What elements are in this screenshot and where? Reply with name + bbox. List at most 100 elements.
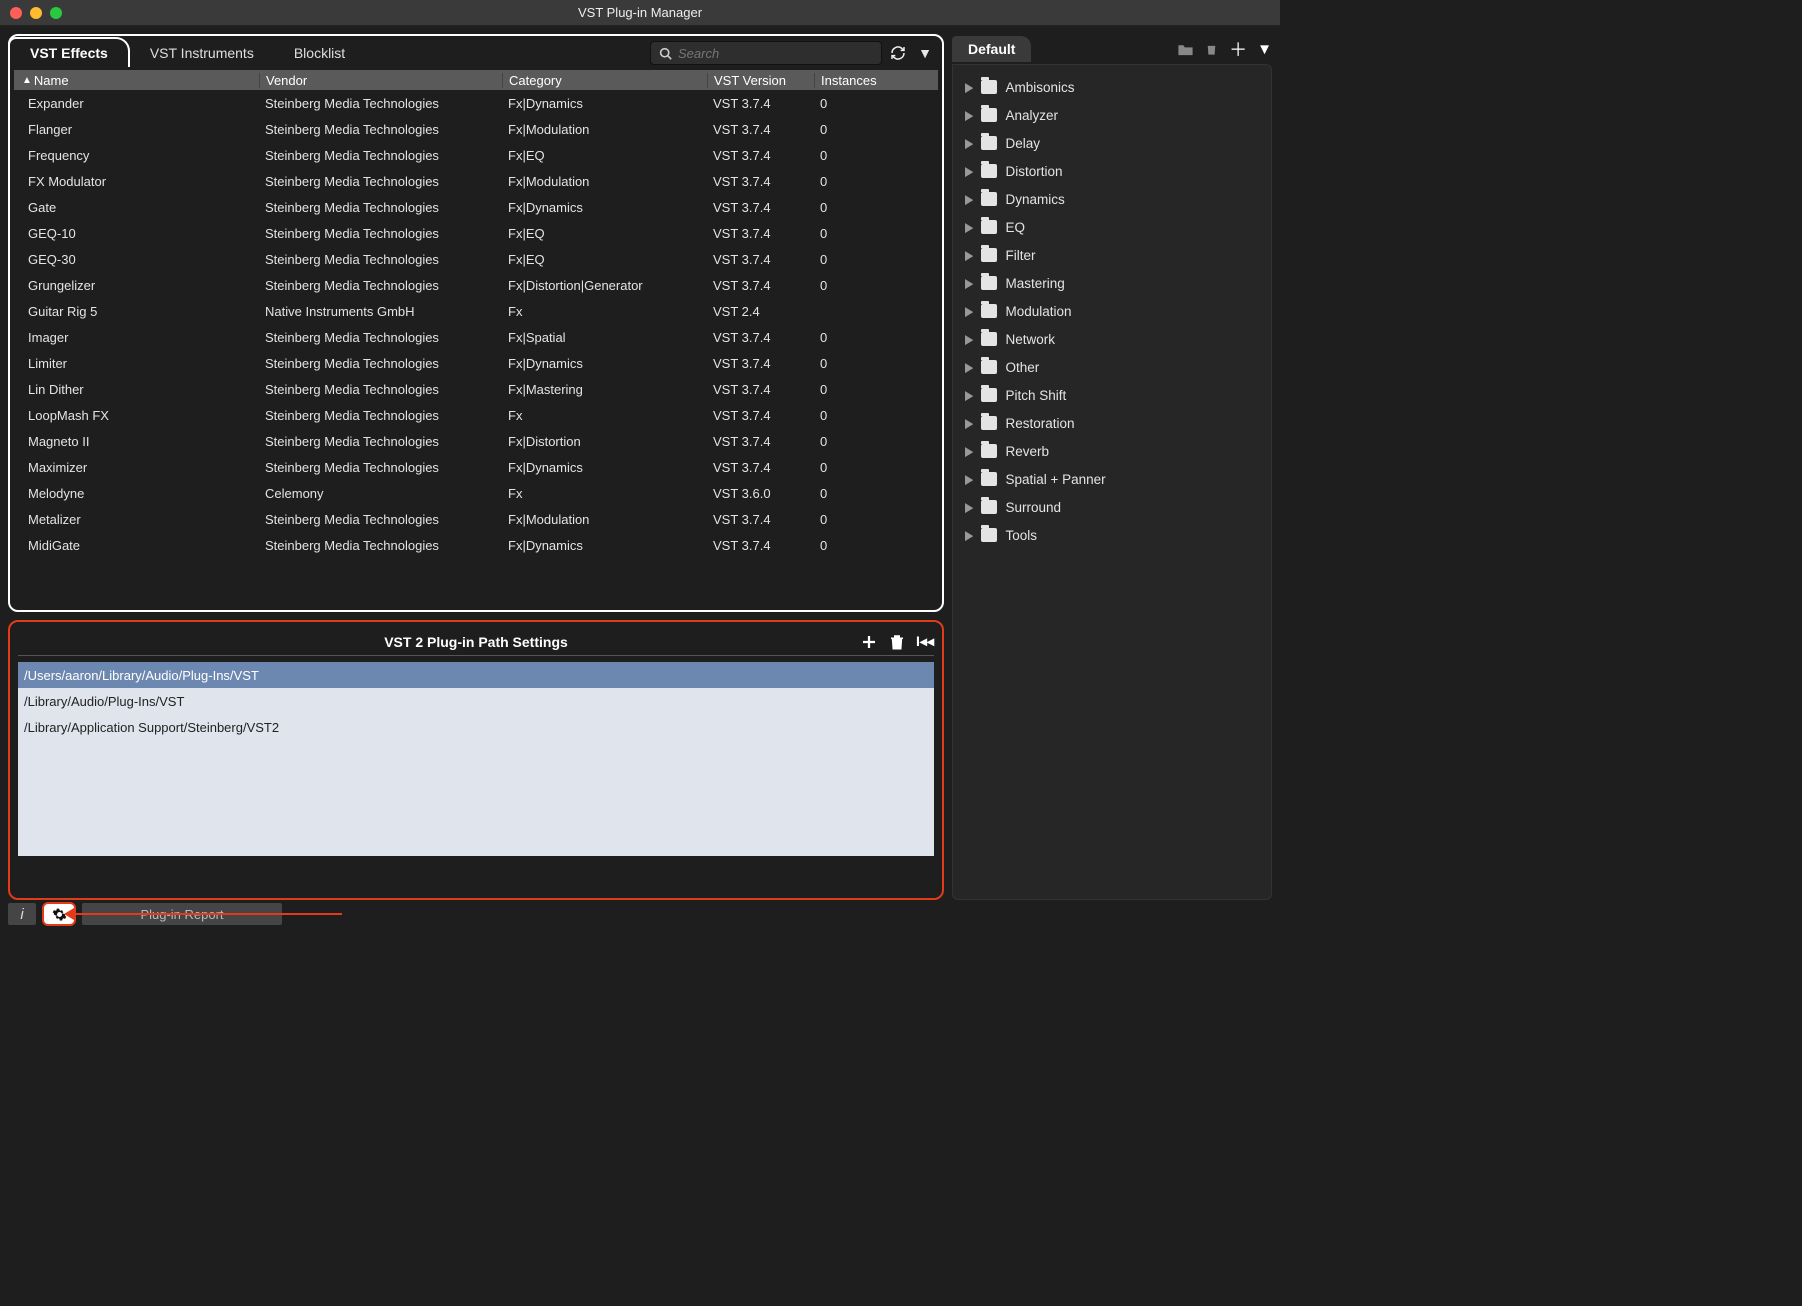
delete-path-button[interactable]: [888, 633, 906, 651]
disclosure-triangle-icon[interactable]: ▶: [965, 163, 973, 179]
tree-item-label: EQ: [1005, 220, 1025, 235]
close-window-button[interactable]: [10, 7, 22, 19]
column-header-name[interactable]: ▲ Name: [14, 73, 259, 88]
disclosure-triangle-icon[interactable]: ▶: [965, 219, 973, 235]
table-row[interactable]: Magneto IISteinberg Media TechnologiesFx…: [14, 428, 938, 454]
tree-item[interactable]: ▶Ambisonics: [961, 73, 1265, 101]
search-input-wrapper[interactable]: [650, 41, 882, 65]
tree-item-label: Spatial + Panner: [1005, 472, 1105, 487]
refresh-icon[interactable]: [890, 45, 912, 61]
disclosure-triangle-icon[interactable]: ▶: [965, 471, 973, 487]
tree-item[interactable]: ▶Dynamics: [961, 185, 1265, 213]
cell-vendor: Celemony: [259, 486, 502, 501]
disclosure-triangle-icon[interactable]: ▶: [965, 107, 973, 123]
cell-vendor: Steinberg Media Technologies: [259, 330, 502, 345]
search-input[interactable]: [678, 46, 873, 61]
disclosure-triangle-icon[interactable]: ▶: [965, 247, 973, 263]
tree-item[interactable]: ▶ Surround: [961, 493, 1265, 521]
table-row[interactable]: ExpanderSteinberg Media TechnologiesFx|D…: [14, 90, 938, 116]
cell-version: VST 3.7.4: [707, 434, 814, 449]
tree-item[interactable]: ▶Mastering: [961, 269, 1265, 297]
tree-item[interactable]: ▶ EQ: [961, 213, 1265, 241]
tree-item[interactable]: ▶Filter: [961, 241, 1265, 269]
tree-item-label: Surround: [1005, 500, 1061, 515]
disclosure-triangle-icon[interactable]: ▶: [965, 135, 973, 151]
delete-collection-icon[interactable]: [1204, 41, 1219, 57]
tab-vst-instruments[interactable]: VST Instruments: [130, 39, 274, 67]
table-row[interactable]: LoopMash FXSteinberg Media TechnologiesF…: [14, 402, 938, 428]
disclosure-triangle-icon[interactable]: ▶: [965, 499, 973, 515]
disclosure-triangle-icon[interactable]: ▶: [965, 303, 973, 319]
plugin-table-body[interactable]: ExpanderSteinberg Media TechnologiesFx|D…: [14, 90, 938, 604]
table-row[interactable]: MidiGateSteinberg Media TechnologiesFx|D…: [14, 532, 938, 558]
disclosure-triangle-icon[interactable]: ▶: [965, 275, 973, 291]
tab-blocklist[interactable]: Blocklist: [274, 39, 365, 67]
disclosure-triangle-icon[interactable]: ▶: [965, 79, 973, 95]
path-row[interactable]: /Library/Audio/Plug-Ins/VST: [18, 688, 934, 714]
cell-name: GEQ-10: [14, 226, 259, 241]
cell-name: FX Modulator: [14, 174, 259, 189]
plugin-list-panel: VST Effects VST Instruments Blocklist ▼ …: [8, 34, 944, 612]
table-row[interactable]: GEQ-30Steinberg Media TechnologiesFx|EQV…: [14, 246, 938, 272]
table-row[interactable]: MetalizerSteinberg Media TechnologiesFx|…: [14, 506, 938, 532]
table-row[interactable]: FrequencySteinberg Media TechnologiesFx|…: [14, 142, 938, 168]
table-row[interactable]: LimiterSteinberg Media TechnologiesFx|Dy…: [14, 350, 938, 376]
path-row[interactable]: /Users/aaron/Library/Audio/Plug-Ins/VST: [18, 662, 934, 688]
tree-item[interactable]: ▶Network: [961, 325, 1265, 353]
tree-item[interactable]: ▶Tools: [961, 521, 1265, 549]
cell-vendor: Steinberg Media Technologies: [259, 200, 502, 215]
tree-item[interactable]: ▶ Restoration: [961, 409, 1265, 437]
tree-item[interactable]: ▶Modulation: [961, 297, 1265, 325]
cell-category: Fx|EQ: [502, 252, 707, 267]
disclosure-triangle-icon[interactable]: ▶: [965, 527, 973, 543]
add-collection-button[interactable]: ＋: [1229, 36, 1247, 62]
disclosure-triangle-icon[interactable]: ▶: [965, 331, 973, 347]
cell-version: VST 3.7.4: [707, 382, 814, 397]
disclosure-triangle-icon[interactable]: ▶: [965, 359, 973, 375]
tree-item[interactable]: ▶Pitch Shift: [961, 381, 1265, 409]
column-header-category[interactable]: Category: [502, 73, 707, 88]
table-row[interactable]: GEQ-10Steinberg Media TechnologiesFx|EQV…: [14, 220, 938, 246]
tree-item[interactable]: ▶Reverb: [961, 437, 1265, 465]
disclosure-triangle-icon[interactable]: ▶: [965, 191, 973, 207]
tree-item[interactable]: ▶Analyzer: [961, 101, 1265, 129]
folder-icon: [981, 164, 997, 178]
cell-name: Expander: [14, 96, 259, 111]
column-header-vendor[interactable]: Vendor: [259, 73, 502, 88]
open-folder-icon[interactable]: [1177, 42, 1194, 57]
collection-dropdown-icon[interactable]: ▼: [1257, 41, 1272, 58]
table-row[interactable]: GrungelizerSteinberg Media TechnologiesF…: [14, 272, 938, 298]
tree-item[interactable]: ▶Distortion: [961, 157, 1265, 185]
table-row[interactable]: FlangerSteinberg Media TechnologiesFx|Mo…: [14, 116, 938, 142]
table-row[interactable]: Guitar Rig 5Native Instruments GmbHFxVST…: [14, 298, 938, 324]
path-list[interactable]: /Users/aaron/Library/Audio/Plug-Ins/VST/…: [18, 662, 934, 740]
disclosure-triangle-icon[interactable]: ▶: [965, 415, 973, 431]
table-row[interactable]: Lin DitherSteinberg Media TechnologiesFx…: [14, 376, 938, 402]
table-header: ▲ Name Vendor Category VST Version Insta…: [14, 70, 938, 90]
category-tree[interactable]: ▶Ambisonics▶Analyzer▶Delay▶Distortion▶Dy…: [952, 64, 1272, 900]
table-row[interactable]: ImagerSteinberg Media TechnologiesFx|Spa…: [14, 324, 938, 350]
disclosure-triangle-icon[interactable]: ▶: [965, 443, 973, 459]
tree-item-label: Restoration: [1005, 416, 1074, 431]
table-row[interactable]: GateSteinberg Media TechnologiesFx|Dynam…: [14, 194, 938, 220]
info-button[interactable]: i: [8, 903, 36, 925]
minimize-window-button[interactable]: [30, 7, 42, 19]
maximize-window-button[interactable]: [50, 7, 62, 19]
tree-item[interactable]: ▶Delay: [961, 129, 1265, 157]
dropdown-icon[interactable]: ▼: [914, 45, 936, 61]
collection-tab-default[interactable]: Default: [952, 36, 1031, 62]
column-header-version[interactable]: VST Version: [707, 73, 814, 88]
add-path-button[interactable]: [860, 633, 878, 651]
column-header-instances[interactable]: Instances: [814, 73, 908, 88]
table-row[interactable]: MelodyneCelemonyFxVST 3.6.00: [14, 480, 938, 506]
annotation-arrow: [72, 913, 342, 915]
table-row[interactable]: MaximizerSteinberg Media TechnologiesFx|…: [14, 454, 938, 480]
reset-paths-button[interactable]: I◂◂: [916, 633, 934, 651]
tree-item[interactable]: ▶Other: [961, 353, 1265, 381]
tree-item[interactable]: ▶ Spatial + Panner: [961, 465, 1265, 493]
path-row[interactable]: /Library/Application Support/Steinberg/V…: [18, 714, 934, 740]
tab-vst-effects[interactable]: VST Effects: [8, 37, 130, 67]
disclosure-triangle-icon[interactable]: ▶: [965, 387, 973, 403]
cell-category: Fx: [502, 304, 707, 319]
table-row[interactable]: FX ModulatorSteinberg Media Technologies…: [14, 168, 938, 194]
